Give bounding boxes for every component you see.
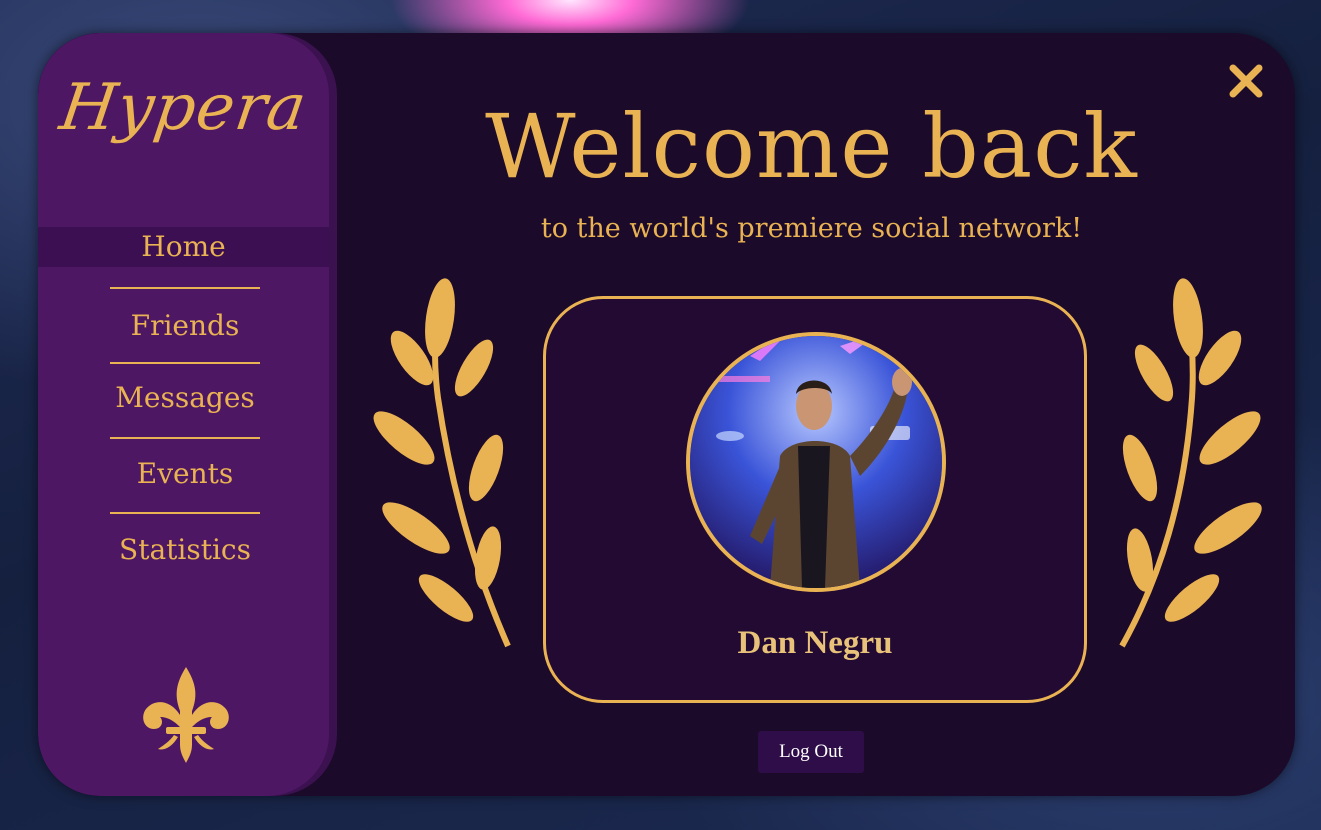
fleur-de-lis-icon — [143, 667, 229, 763]
nav-divider — [110, 512, 260, 514]
close-icon[interactable] — [1228, 63, 1264, 99]
logout-button[interactable]: Log Out — [758, 731, 864, 773]
nav-item-messages[interactable]: Messages — [110, 381, 260, 414]
profile-name: Dan Negru — [737, 625, 893, 661]
nav-item-statistics[interactable]: Statistics — [110, 533, 260, 566]
page-title: Welcome back — [485, 95, 1138, 198]
sidebar: Hypera Home Friends Messages Events Stat… — [38, 33, 329, 796]
nav-divider — [110, 287, 260, 289]
laurel-branch-icon — [1119, 278, 1262, 648]
nav-item-events[interactable]: Events — [110, 457, 260, 490]
nav-divider — [110, 362, 260, 364]
nav-divider — [110, 437, 260, 439]
avatar[interactable] — [686, 332, 946, 592]
app-logo[interactable]: Hypera — [38, 71, 334, 145]
main-window: Hypera Home Friends Messages Events Stat… — [38, 33, 1295, 796]
nav-item-friends[interactable]: Friends — [110, 309, 260, 342]
laurel-branch-icon — [373, 278, 511, 648]
profile-photo — [690, 336, 942, 588]
profile-card: Dan Negru — [543, 296, 1087, 703]
page-subtitle: to the world's premiere social network! — [540, 213, 1083, 244]
nav-item-home[interactable]: Home — [38, 227, 329, 267]
